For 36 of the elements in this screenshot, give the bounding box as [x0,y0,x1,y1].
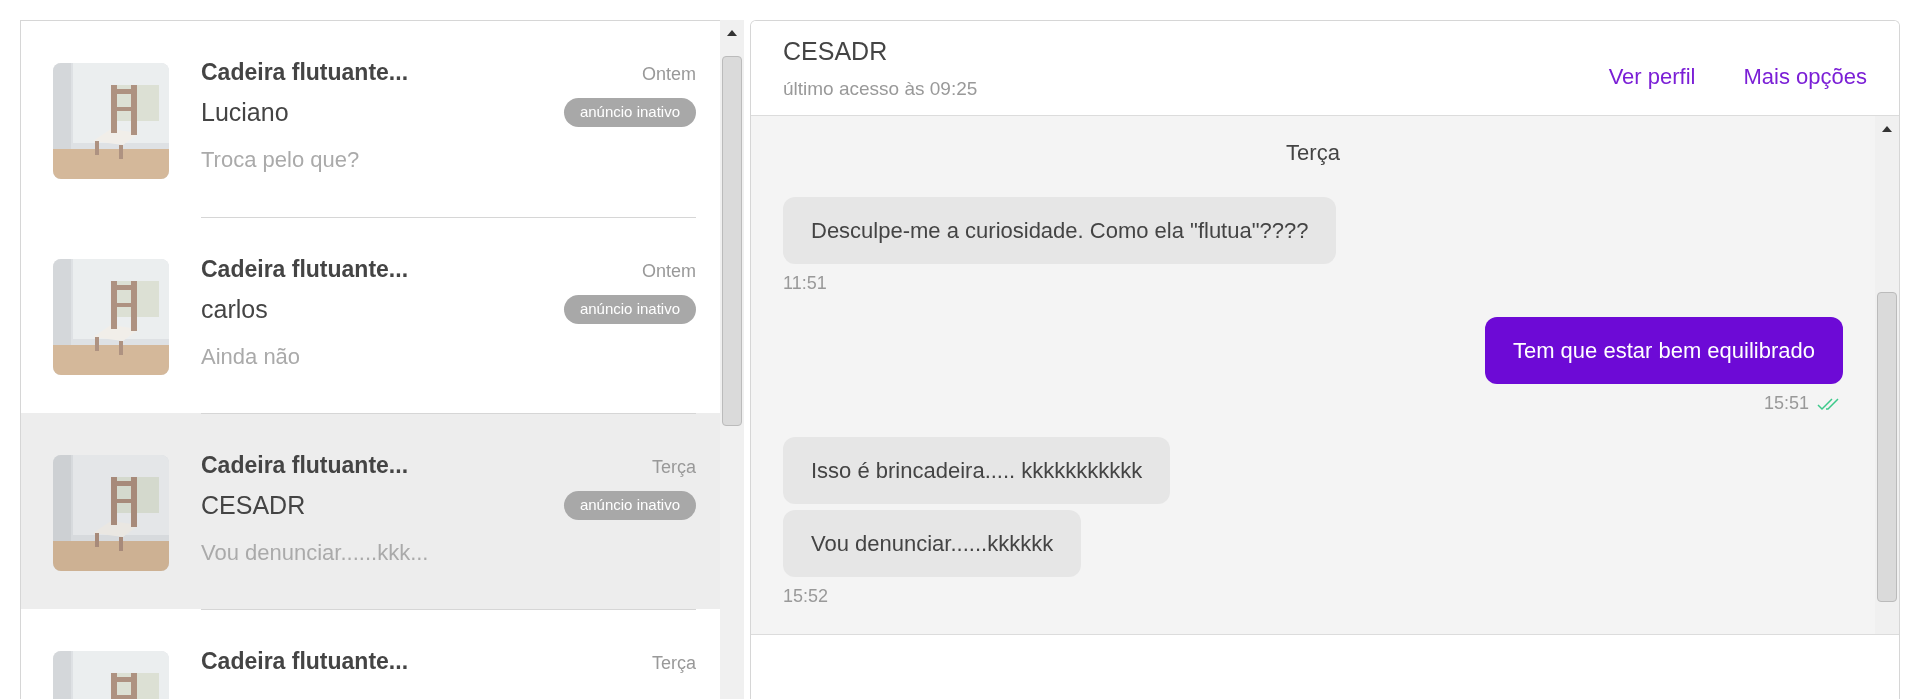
last-message: Vou denunciar......kkk... [201,539,430,567]
listing-title: Cadeira flutuante... [201,58,409,87]
status-badge: anúncio inativo [563,491,696,520]
chat-contact-name: CESADR [783,36,889,67]
scrollbar[interactable] [1875,116,1899,634]
message-bubble: Tem que estar bem equilibrado [1484,317,1843,384]
scrollbar[interactable] [720,20,744,699]
message-time: 11:51 [783,272,827,295]
last-message: Ainda não [201,343,302,371]
listing-title: Cadeira flutuante... [201,647,409,676]
conversation-date: Terça [652,652,696,675]
status-badge: anúncio inativo [563,98,696,127]
scroll-up-icon[interactable] [1882,126,1892,132]
scroll-thumb[interactable] [1877,292,1897,602]
conversation-item[interactable]: Cadeira flutuante... Terça CESADR anúncio inativo Vou denunciar......kkk... [21,413,720,609]
header-link[interactable]: Mais opções [1743,59,1867,93]
conversation-date: Ontem [641,63,696,86]
last-message: Troca pelo que? [201,146,361,174]
message-bubble: Isso é brincadeira..... kkkkkkkkkkk [783,437,1171,504]
header-link[interactable]: Ver perfil [1608,59,1696,93]
listing-title: Cadeira flutuante... [201,255,409,284]
contact-name: carlos [201,293,268,325]
contact-name: Luciano [201,96,289,128]
conversation-date: Terça [652,456,696,479]
contact-name: CESADR [201,489,306,521]
scroll-up-icon[interactable] [727,30,737,36]
last-seen-text: último acesso às 09:25 [783,76,978,101]
message-bubble: Vou denunciar......kkkkkk [783,510,1082,577]
status-badge: anúncio inativo [563,295,696,324]
scroll-thumb[interactable] [722,56,742,426]
conversation-date: Ontem [641,260,696,283]
message-time: 15:52 [783,585,829,608]
message-bubble: Desculpe-me a curiosidade. Como ela "flutua"???? [783,197,1337,264]
listing-title: Cadeira flutuante... [201,451,409,480]
message-time: 15:51 [1763,392,1809,415]
day-separator: Terça [1286,139,1340,167]
